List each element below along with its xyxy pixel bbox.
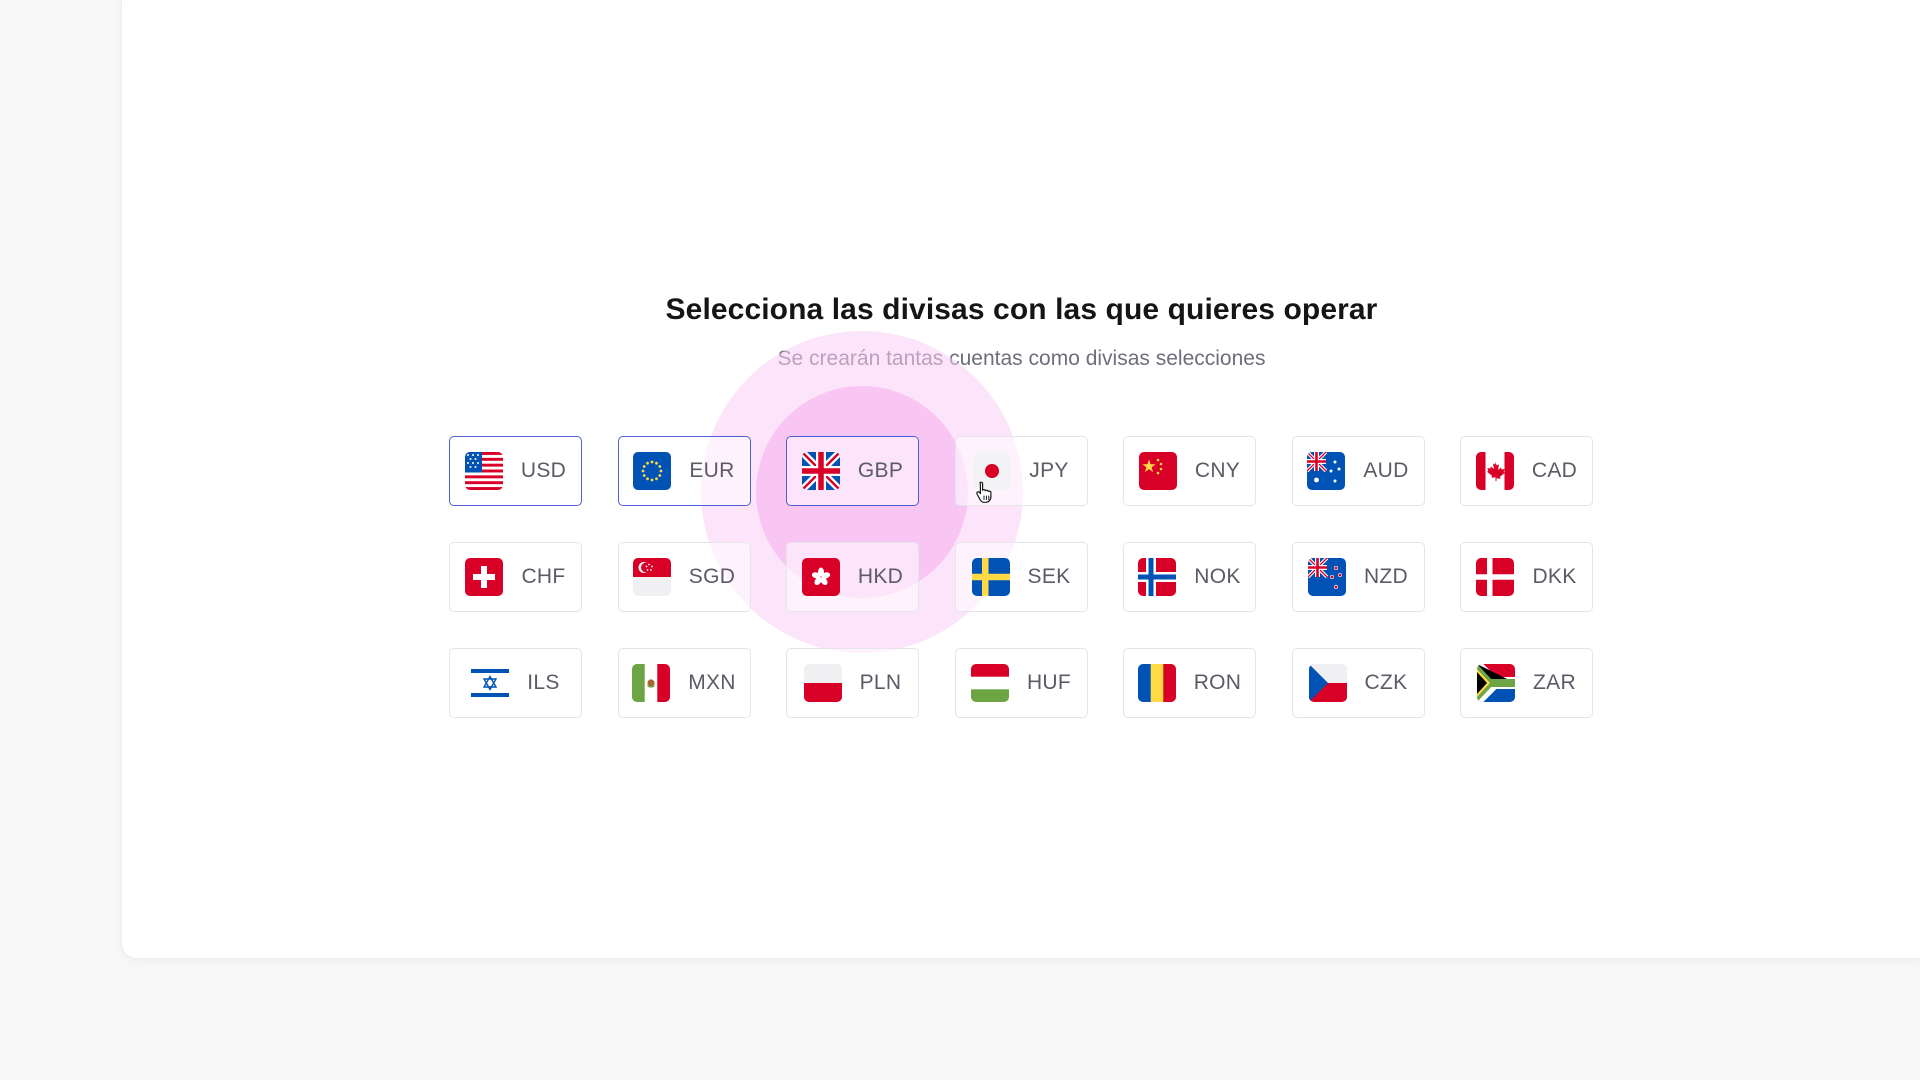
currency-chip-dkk[interactable]: DKK xyxy=(1460,542,1593,612)
currency-chip-huf[interactable]: HUF xyxy=(954,648,1088,718)
currency-code: RON xyxy=(1193,671,1242,694)
nz-flag-icon xyxy=(1307,558,1346,596)
se-flag-icon xyxy=(971,558,1010,596)
currency-chip-ron[interactable]: RON xyxy=(1123,648,1256,718)
currency-chip-pln[interactable]: PLN xyxy=(786,648,919,718)
currency-code: JPY xyxy=(1029,459,1069,482)
currency-chip-ils[interactable]: ILS xyxy=(449,648,582,718)
currency-code: PLN xyxy=(859,671,902,694)
currency-chip-sgd[interactable]: SGD xyxy=(617,542,751,612)
page-title: Selecciona las divisas con las que quier… xyxy=(665,293,1378,326)
currency-code: AUD xyxy=(1363,459,1409,482)
currency-code: HUF xyxy=(1026,671,1072,694)
za-flag-icon xyxy=(1477,664,1516,702)
currency-selection-panel: Selecciona las divisas con las que quier… xyxy=(121,0,1920,959)
currency-code: NOK xyxy=(1194,565,1241,588)
currency-chip-cny[interactable]: CNY xyxy=(1123,436,1256,506)
currency-code: NZD xyxy=(1363,565,1409,588)
currency-code: ILS xyxy=(527,671,560,694)
currency-code: CHF xyxy=(521,565,566,588)
currency-chip-gbp[interactable]: GBP xyxy=(786,436,919,506)
currency-code: SEK xyxy=(1027,565,1071,588)
currency-code: HKD xyxy=(857,565,904,588)
currency-chip-sek[interactable]: SEK xyxy=(954,542,1088,612)
currency-chip-mxn[interactable]: MXN xyxy=(617,648,751,718)
ro-flag-icon xyxy=(1137,664,1176,702)
currency-chip-nok[interactable]: NOK xyxy=(1123,542,1256,612)
cn-flag-icon xyxy=(1138,452,1177,490)
sg-flag-icon xyxy=(632,558,671,596)
currency-chip-cad[interactable]: CAD xyxy=(1460,436,1593,506)
mx-flag-icon xyxy=(632,664,671,702)
currency-chip-hkd[interactable]: HKD xyxy=(786,542,919,612)
pl-flag-icon xyxy=(803,664,842,702)
currency-chip-usd[interactable]: USD xyxy=(449,436,582,506)
currency-chip-aud[interactable]: AUD xyxy=(1291,436,1425,506)
currency-chip-nzd[interactable]: NZD xyxy=(1291,542,1425,612)
currency-code: MXN xyxy=(688,671,736,694)
currency-code: USD xyxy=(520,459,567,482)
currency-chip-zar[interactable]: ZAR xyxy=(1460,648,1593,718)
dk-flag-icon xyxy=(1476,558,1515,596)
cz-flag-icon xyxy=(1308,664,1347,702)
currency-code: ZAR xyxy=(1533,671,1576,694)
hu-flag-icon xyxy=(970,664,1009,702)
currency-code: CNY xyxy=(1194,459,1241,482)
currency-chip-eur[interactable]: EUR xyxy=(617,436,751,506)
il-flag-icon xyxy=(471,664,510,702)
currency-code: GBP xyxy=(857,459,904,482)
gb-flag-icon xyxy=(801,452,840,490)
currency-code: CAD xyxy=(1531,459,1578,482)
currency-chip-chf[interactable]: CHF xyxy=(449,542,582,612)
us-flag-icon xyxy=(464,452,503,490)
jp-flag-icon xyxy=(973,452,1012,490)
ch-flag-icon xyxy=(465,558,504,596)
page-subtitle: Se crearán tantas cuentas como divisas s… xyxy=(777,347,1266,370)
currency-chip-czk[interactable]: CZK xyxy=(1291,648,1425,718)
currency-chip-jpy[interactable]: JPY xyxy=(954,436,1088,506)
eu-flag-icon xyxy=(633,452,672,490)
hk-flag-icon xyxy=(801,558,840,596)
currency-code: EUR xyxy=(689,459,735,482)
no-flag-icon xyxy=(1138,558,1177,596)
ca-flag-icon xyxy=(1475,452,1514,490)
currency-grid: USD EUR GBP JPY CNY AUD CAD CHF SGD HKD SEK NOK NZD D… xyxy=(449,436,1593,718)
au-flag-icon xyxy=(1307,452,1346,490)
currency-code: SGD xyxy=(688,565,736,588)
currency-code: CZK xyxy=(1364,671,1408,694)
currency-code: DKK xyxy=(1532,565,1577,588)
